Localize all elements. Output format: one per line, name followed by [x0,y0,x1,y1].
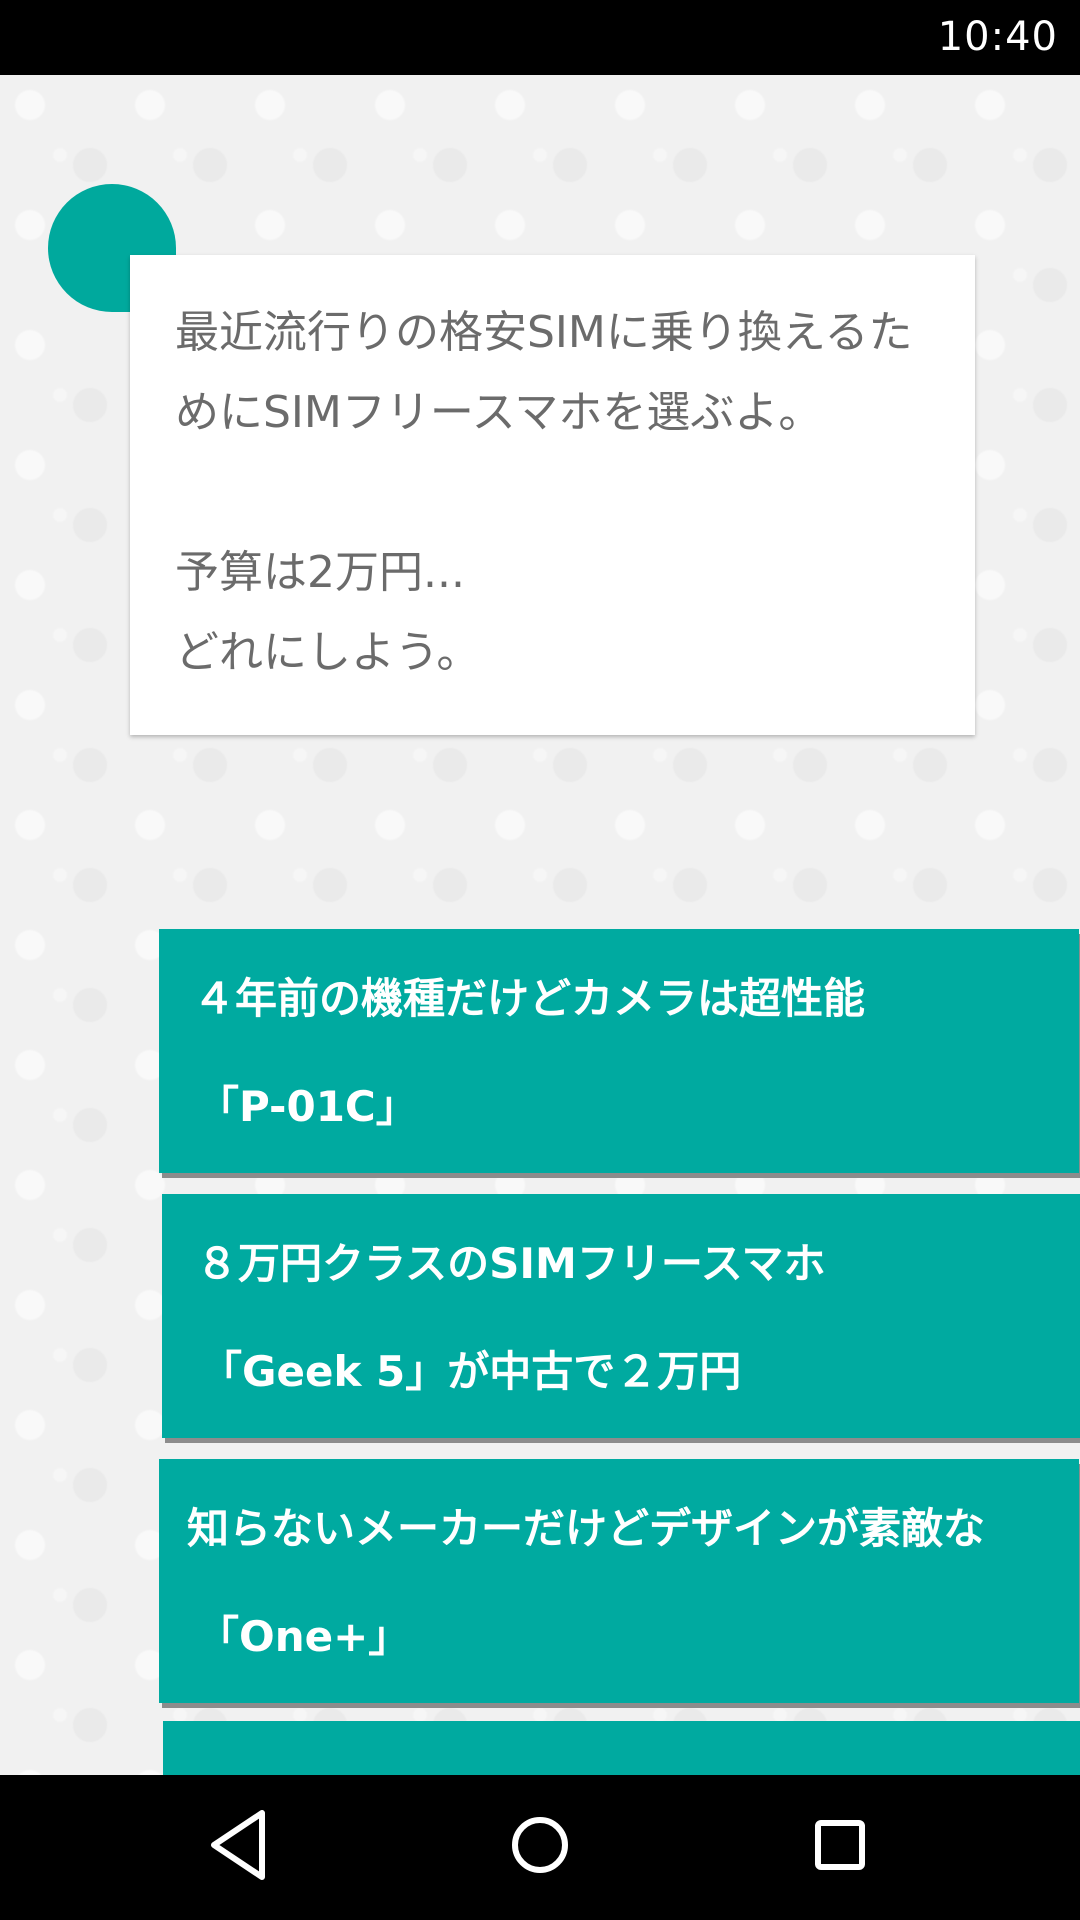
app-screen: 10:40 最近流行りの格安SIMに乗り換えるた めにSIMフリースマホを選ぶよ… [0,0,1080,1920]
status-bar: 10:40 [0,0,1080,75]
chat-content[interactable]: 最近流行りの格安SIMに乗り換えるた めにSIMフリースマホを選ぶよ。 予算は2… [0,75,1080,1775]
status-time: 10:40 [937,14,1058,60]
back-triangle-icon[interactable] [200,1805,280,1885]
choice-2-model: 「Geek 5」が中古で２万円 [200,1347,742,1396]
choice-button-4[interactable] [163,1721,1080,1775]
choice-button-2[interactable]: ８万円クラスのSIMフリースマホ 「Geek 5」が中古で２万円 [162,1194,1080,1438]
home-circle-icon[interactable] [500,1805,580,1885]
message-text: 最近流行りの格安SIMに乗り換えるた めにSIMフリースマホを選ぶよ。 予算は2… [175,307,913,678]
recent-square-icon[interactable] [800,1805,880,1885]
choice-2-description: ８万円クラスのSIMフリースマホ [196,1239,826,1288]
message-bubble: 最近流行りの格安SIMに乗り換えるた めにSIMフリースマホを選ぶよ。 予算は2… [130,255,975,735]
choice-3-model: 「One+」 [197,1612,411,1661]
navigation-bar [0,1775,1080,1920]
choice-button-1[interactable]: ４年前の機種だけどカメラは超性能 「P-01C」 [159,929,1079,1173]
choice-1-model: 「P-01C」 [197,1082,418,1131]
choice-button-3[interactable]: 知らないメーカーだけどデザインが素敵な 「One+」 [159,1459,1079,1703]
choice-3-description: 知らないメーカーだけどデザインが素敵な [187,1504,986,1553]
choice-1-description: ４年前の機種だけどカメラは超性能 [193,974,866,1023]
